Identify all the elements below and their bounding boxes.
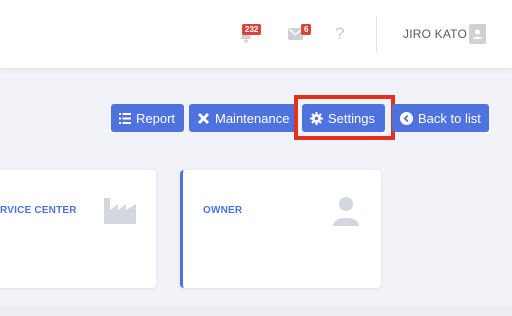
service-center-card-title: RVICE CENTER xyxy=(0,205,77,216)
maintenance-button[interactable]: Maintenance xyxy=(189,104,297,132)
report-button[interactable]: Report xyxy=(111,104,184,132)
bottom-divider xyxy=(0,306,512,316)
user-badge-icon[interactable] xyxy=(469,24,486,44)
help-button[interactable]: ? xyxy=(335,24,344,44)
owner-card-title: OWNER xyxy=(203,205,243,216)
settings-highlight-box xyxy=(294,95,395,140)
notifications-count-badge: 232 xyxy=(242,24,262,35)
messages-button[interactable]: 6 xyxy=(286,24,312,44)
maintenance-button-label: Maintenance xyxy=(215,110,290,126)
tools-icon xyxy=(198,112,209,124)
service-center-card[interactable]: RVICE CENTER xyxy=(0,170,156,288)
messages-count-badge: 6 xyxy=(301,24,312,35)
navbar-divider xyxy=(376,16,377,52)
report-button-label: Report xyxy=(136,110,176,126)
user-icon xyxy=(333,197,359,226)
list-icon xyxy=(119,112,131,124)
back-to-list-button-label: Back to list xyxy=(418,110,481,126)
user-name[interactable]: JIRO KATO xyxy=(403,27,467,41)
notifications-button[interactable]: 232 xyxy=(236,24,262,44)
factory-icon xyxy=(104,198,136,224)
arrow-left-circle-icon xyxy=(400,111,413,125)
owner-card[interactable]: OWNER xyxy=(180,170,381,288)
top-navbar: 232 6 ? JIRO KATO xyxy=(0,0,512,68)
back-to-list-button[interactable]: Back to list xyxy=(392,104,489,132)
